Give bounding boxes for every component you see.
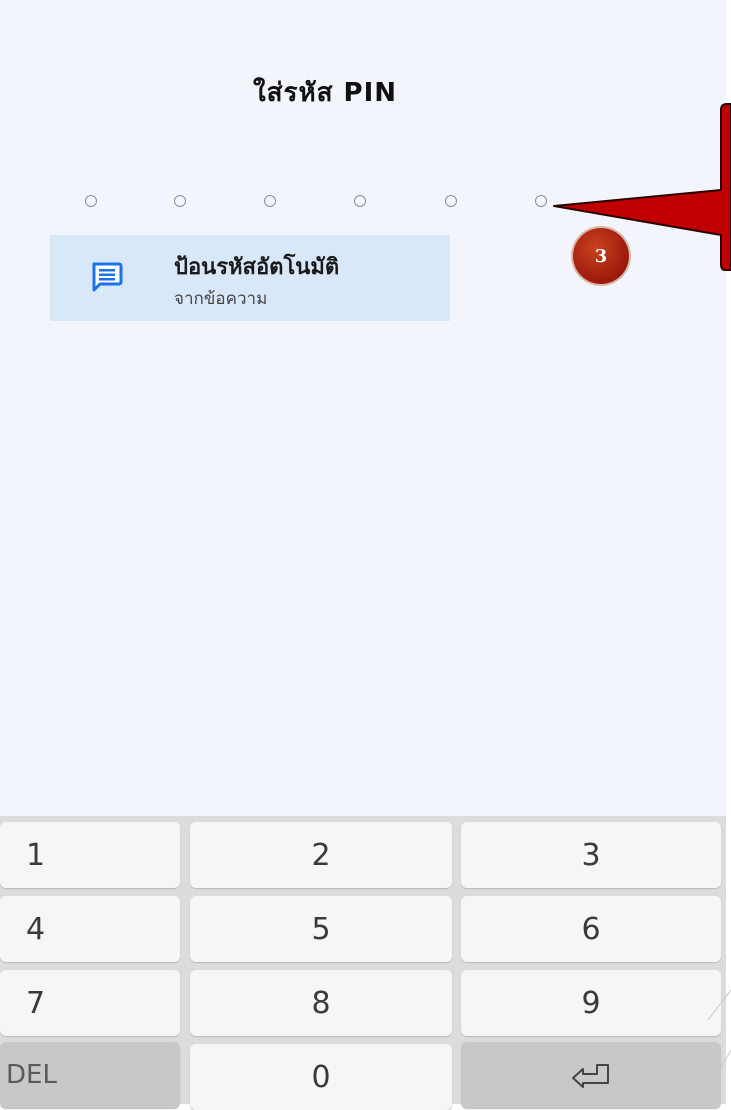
- key-9[interactable]: 9: [461, 970, 721, 1036]
- delete-button[interactable]: DEL: [0, 1042, 180, 1108]
- key-1[interactable]: 1: [0, 822, 180, 888]
- key-4[interactable]: 4: [0, 896, 180, 962]
- enter-button[interactable]: [461, 1042, 721, 1108]
- key-8[interactable]: 8: [190, 970, 452, 1036]
- numeric-keypad: 1 2 3 4 5 6 7 8 9 DEL 0: [0, 816, 726, 1110]
- annotation-callout: [553, 103, 731, 271]
- pin-dot-3: [264, 195, 276, 207]
- pin-dot-5: [445, 195, 457, 207]
- enter-icon: [572, 1064, 609, 1088]
- pin-screen: ใส่รหัส PIN ป้อนรหัสอัตโนมัติ จากข้อความ…: [0, 0, 731, 1110]
- key-2[interactable]: 2: [190, 822, 452, 888]
- key-0[interactable]: 0: [190, 1044, 452, 1110]
- annotation-step-badge: 3: [573, 228, 629, 284]
- key-6[interactable]: 6: [461, 896, 721, 962]
- pin-dot-1: [85, 195, 97, 207]
- pin-dot-2: [174, 195, 186, 207]
- autofill-title: ป้อนรหัสอัตโนมัติ: [174, 255, 340, 280]
- autofill-subtitle: จากข้อความ: [174, 289, 268, 309]
- autofill-from-message-button[interactable]: ป้อนรหัสอัตโนมัติ จากข้อความ: [50, 235, 450, 321]
- key-5[interactable]: 5: [190, 896, 452, 962]
- key-3[interactable]: 3: [461, 822, 721, 888]
- message-icon: [92, 262, 123, 292]
- key-7[interactable]: 7: [0, 970, 180, 1036]
- decorative-line: [700, 990, 731, 1104]
- pin-dot-4: [354, 195, 366, 207]
